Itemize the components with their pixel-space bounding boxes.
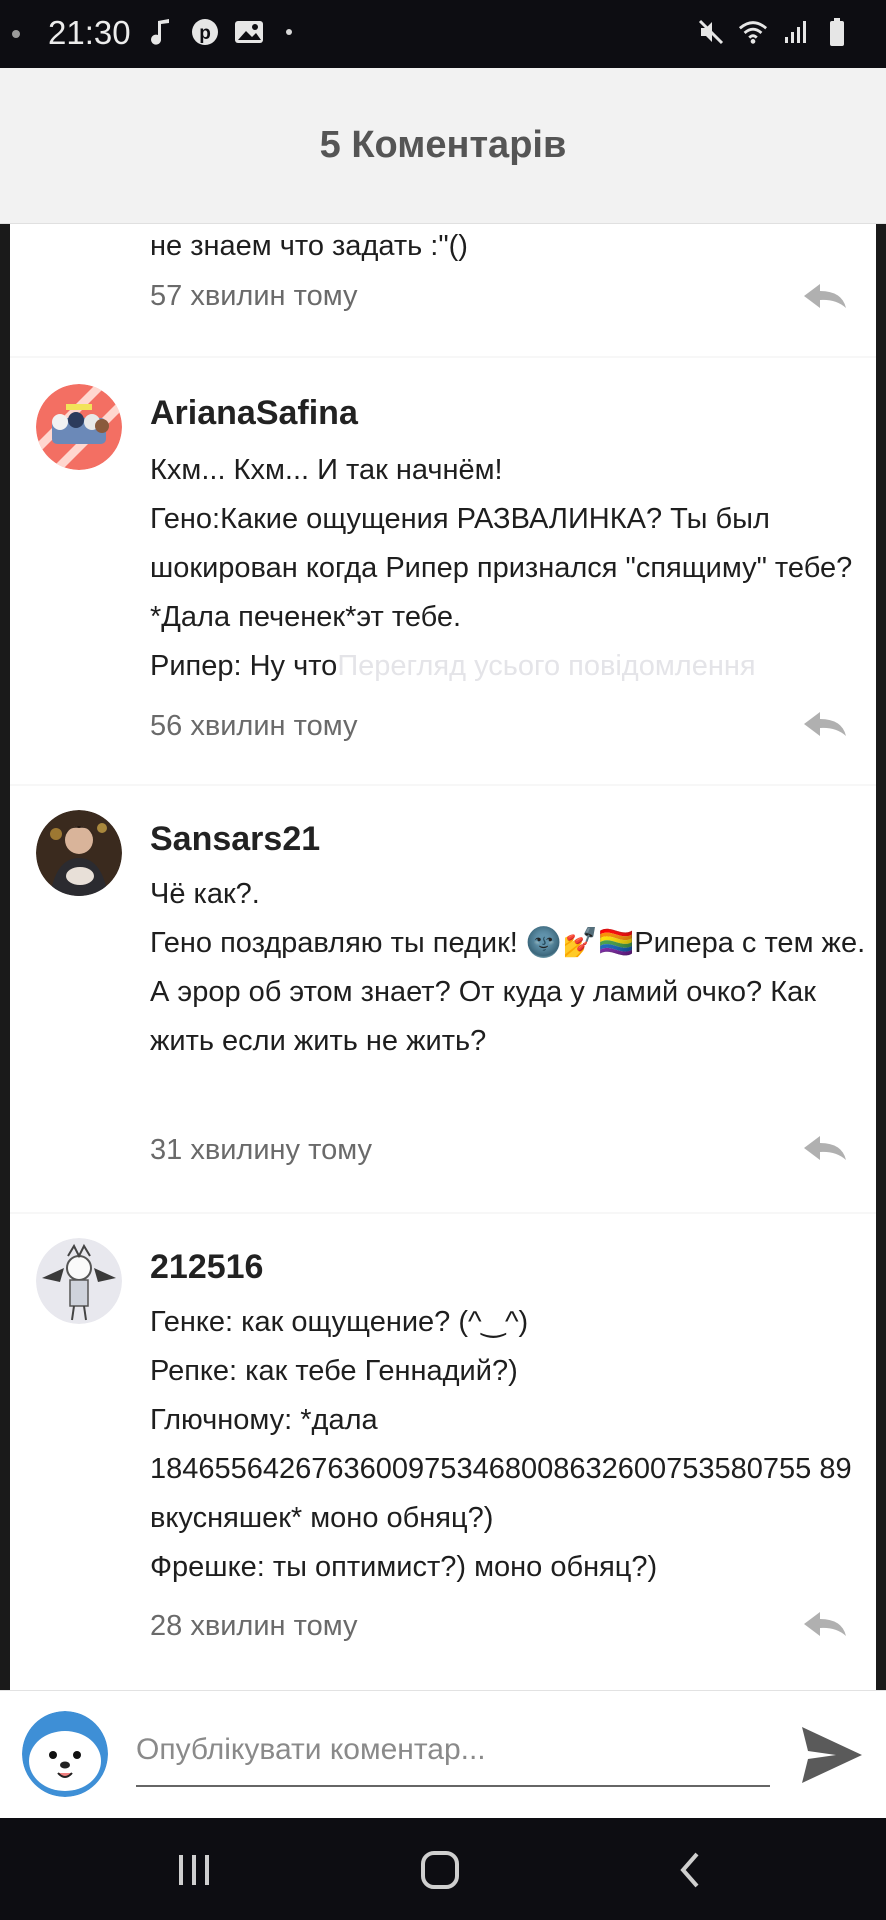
reply-icon[interactable] <box>802 1134 848 1164</box>
comment-body: не знаем что задать :"() <box>150 230 468 262</box>
comment-time: 28 хвилин тому <box>150 1610 358 1642</box>
list-item: Sansars21 Чё как?. Гено поздравляю ты пе… <box>10 786 876 1212</box>
signal-icon <box>780 16 810 48</box>
mute-icon <box>696 16 726 48</box>
user-avatar[interactable] <box>22 1711 108 1797</box>
comment-author[interactable]: ArianaSafina <box>150 394 358 433</box>
comment-composer <box>0 1690 886 1818</box>
send-button[interactable] <box>800 1725 864 1785</box>
read-more-link[interactable]: Перегляд усього повідомлення <box>337 650 755 682</box>
status-right-icons <box>696 16 852 48</box>
comments-header: 5 Коментарів <box>0 68 886 224</box>
list-item: ArianaSafina Кхм... Кхм... И так начнём!… <box>10 358 876 784</box>
pinterest-icon: p <box>190 16 220 48</box>
battery-icon <box>822 16 852 48</box>
comment-body: Генке: как ощущение? (^‿^) Репке: как те… <box>150 1306 852 1583</box>
comment-time: 56 хвилин тому <box>150 710 358 742</box>
comment-input[interactable] <box>136 1715 770 1787</box>
comment-body: Чё как?. Гено поздравляю ты педик! 🌚💅🏳️‍… <box>150 878 866 1057</box>
back-chevron-icon <box>680 1852 699 1888</box>
svg-text:p: p <box>199 23 211 44</box>
status-time: 21:30 <box>48 14 131 51</box>
comment-body-text: Кхм... Кхм... И так начнём! Гено:Какие о… <box>150 454 853 682</box>
reply-icon[interactable] <box>802 282 848 312</box>
avatar[interactable] <box>36 1238 122 1324</box>
reply-icon[interactable] <box>802 710 848 740</box>
gallery-icon <box>234 16 264 48</box>
page-title: 5 Коментарів <box>319 124 567 166</box>
avatar[interactable] <box>36 810 122 896</box>
recent-apps-icon <box>179 1855 209 1885</box>
comment-body: Кхм... Кхм... И так начнём! Гено:Какие о… <box>150 446 870 691</box>
comment-author[interactable]: Sansars21 <box>150 820 320 859</box>
back-button[interactable] <box>668 1848 712 1892</box>
home-icon <box>421 1851 459 1889</box>
home-button[interactable] <box>418 1848 462 1892</box>
navigation-bar <box>0 1818 886 1920</box>
avatar[interactable] <box>36 384 122 470</box>
reply-icon[interactable] <box>802 1610 848 1640</box>
send-icon <box>802 1727 862 1783</box>
notification-dot-icon <box>286 29 292 35</box>
status-left-icons: p <box>146 16 292 48</box>
music-note-icon <box>146 16 176 48</box>
list-item: 212516 Генке: как ощущение? (^‿^) Репке:… <box>10 1214 876 1690</box>
recent-apps-button[interactable] <box>172 1848 216 1892</box>
status-bar: 21:30 p <box>0 0 886 68</box>
wifi-icon <box>738 16 768 48</box>
comments-list[interactable]: не знаем что задать :"() 57 хвилин тому <box>10 224 876 1690</box>
comment-author[interactable]: 212516 <box>150 1248 263 1287</box>
camera-dot <box>12 30 20 38</box>
list-item: не знаем что задать :"() 57 хвилин тому <box>10 224 876 356</box>
comment-time: 57 хвилин тому <box>150 280 358 312</box>
comment-time: 31 хвилину тому <box>150 1134 372 1166</box>
